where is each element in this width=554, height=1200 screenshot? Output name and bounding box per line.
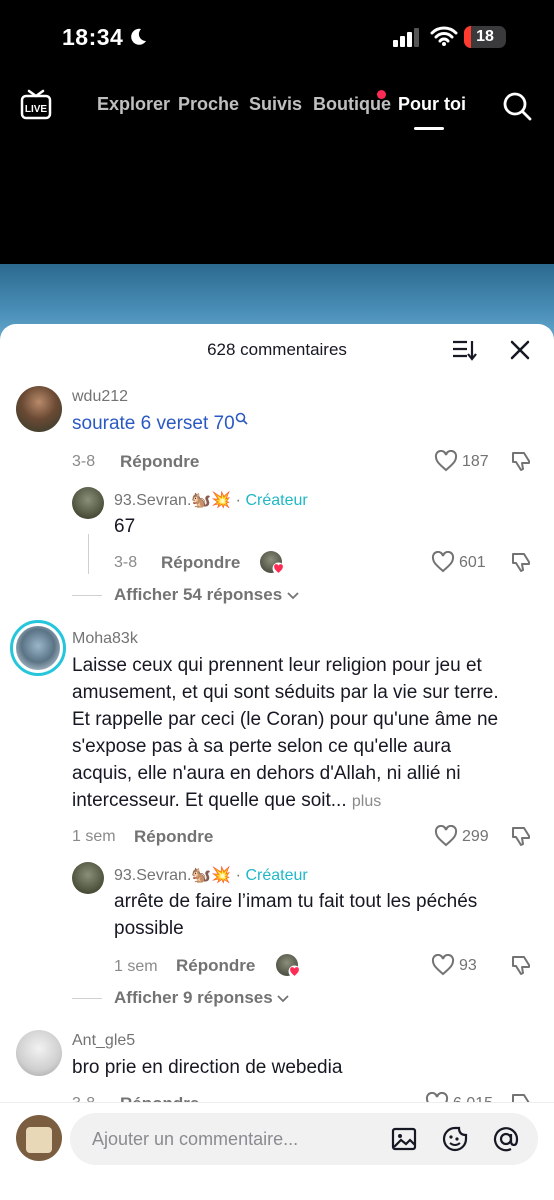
show-replies-button[interactable]: Afficher 9 réponses bbox=[114, 988, 290, 1008]
heart-icon[interactable] bbox=[434, 450, 458, 472]
heart-icon[interactable] bbox=[431, 551, 455, 573]
status-time: 18:34 bbox=[62, 24, 124, 50]
wifi-icon bbox=[430, 26, 458, 46]
dislike-icon[interactable] bbox=[510, 551, 532, 573]
image-icon[interactable] bbox=[390, 1125, 418, 1153]
avatar[interactable] bbox=[10, 620, 66, 676]
dislike-icon[interactable] bbox=[510, 954, 532, 976]
reply-line: arrête de faire l’imam tu fait tout les … bbox=[114, 891, 478, 912]
top-navigation: LIVE Explorer Proche Suivis Boutique Pou… bbox=[0, 80, 554, 130]
show-replies-button[interactable]: Afficher 54 réponses bbox=[114, 585, 299, 605]
search-icon[interactable] bbox=[502, 91, 532, 121]
reply-text: 67 bbox=[114, 516, 136, 537]
like-count: 187 bbox=[462, 453, 489, 470]
reply-username[interactable]: 93.Sevran.🐿️💥 · Créateur bbox=[114, 865, 308, 885]
reply-date: 3-8 bbox=[114, 554, 138, 571]
avatar[interactable] bbox=[16, 386, 62, 432]
search-icon[interactable] bbox=[235, 412, 248, 425]
comment-username[interactable]: Ant_gle5 bbox=[72, 1032, 135, 1050]
nav-proche[interactable]: Proche bbox=[178, 94, 239, 115]
thread-line bbox=[88, 534, 89, 574]
creator-badge: Créateur bbox=[245, 492, 308, 509]
show-replies-label[interactable]: Afficher 9 réponses bbox=[114, 988, 273, 1007]
avatar[interactable] bbox=[72, 862, 104, 894]
battery-percent: 18 bbox=[476, 28, 494, 45]
comment-username[interactable]: wdu212 bbox=[72, 388, 128, 406]
sheet-header: 628 commentaires bbox=[0, 324, 554, 376]
comments-sheet: 628 commentaires wdu212 sourate 6 verset… bbox=[0, 324, 554, 1200]
reply-username-text[interactable]: 93.Sevran.🐿️💥 bbox=[114, 867, 231, 884]
reply-button[interactable]: Répondre bbox=[134, 827, 213, 847]
heart-icon[interactable] bbox=[434, 825, 458, 847]
heart-icon bbox=[272, 562, 285, 575]
live-icon[interactable]: LIVE bbox=[20, 88, 52, 120]
comment-input[interactable]: Ajouter un commentaire... bbox=[70, 1113, 538, 1165]
nav-explorer[interactable]: Explorer bbox=[97, 94, 170, 115]
comment-line: intercesseur. Et quelle que soit... plus bbox=[72, 787, 542, 815]
reply-username-text[interactable]: 93.Sevran.🐿️💥 bbox=[114, 492, 231, 509]
reply-button[interactable]: Répondre bbox=[176, 956, 255, 976]
nav-pour-toi[interactable]: Pour toi bbox=[398, 94, 466, 115]
battery-indicator: 18 bbox=[464, 26, 506, 48]
comment-line: acquis, elle n'aura en dehors d'Allah, n… bbox=[72, 763, 461, 784]
dislike-icon[interactable] bbox=[510, 450, 532, 472]
comment-date: 1 sem bbox=[72, 828, 116, 845]
comment-input-bar: Ajouter un commentaire... bbox=[0, 1102, 554, 1200]
comment-text: bro prie en direction de webedia bbox=[72, 1057, 343, 1078]
comment-text: sourate 6 verset 70 bbox=[72, 410, 248, 437]
comment-line: Laisse ceux qui prennent leur religion p… bbox=[72, 655, 482, 676]
reply-date: 1 sem bbox=[114, 958, 158, 975]
comment-line: Et rappelle par ceci (le Coran) pour qu'… bbox=[72, 709, 499, 730]
divider bbox=[72, 595, 102, 596]
mention-icon[interactable] bbox=[492, 1125, 520, 1153]
chevron-down-icon bbox=[277, 995, 290, 1003]
dislike-icon[interactable] bbox=[510, 825, 532, 847]
active-tab-indicator bbox=[414, 127, 444, 130]
avatar[interactable] bbox=[16, 1030, 62, 1076]
sort-icon[interactable] bbox=[451, 338, 477, 362]
notification-dot bbox=[377, 90, 386, 99]
comment-line: s'expose pas à sa perte selon ce qu'elle… bbox=[72, 736, 452, 757]
comment-username[interactable]: Moha83k bbox=[72, 630, 138, 648]
reply-line: possible bbox=[114, 918, 184, 939]
status-bar: 18:34 18 bbox=[0, 0, 554, 75]
moon-icon bbox=[131, 28, 146, 45]
reply-button[interactable]: Répondre bbox=[120, 452, 199, 472]
heart-icon bbox=[288, 965, 301, 978]
heart-icon[interactable] bbox=[431, 954, 455, 976]
comment-date: 3-8 bbox=[72, 453, 96, 470]
chevron-down-icon bbox=[287, 592, 299, 600]
reply-button[interactable]: Répondre bbox=[161, 553, 240, 573]
signal-icon bbox=[393, 28, 419, 47]
close-icon[interactable] bbox=[509, 339, 531, 361]
user-avatar bbox=[16, 1115, 62, 1161]
like-count: 93 bbox=[459, 957, 477, 974]
reply-text: arrête de faire l’imam tu fait tout les … bbox=[114, 888, 534, 942]
divider bbox=[72, 998, 102, 999]
creator-badge: Créateur bbox=[245, 867, 308, 884]
like-count: 299 bbox=[462, 828, 489, 845]
comment-line: amusement, et qui sont séduits par la vi… bbox=[72, 682, 499, 703]
comment-text: Laisse ceux qui prennent leur religion p… bbox=[72, 652, 542, 815]
comment-link-text[interactable]: sourate 6 verset 70 bbox=[72, 413, 235, 434]
more-link[interactable]: plus bbox=[352, 793, 381, 810]
svg-text:LIVE: LIVE bbox=[25, 104, 48, 115]
emoji-icon[interactable] bbox=[441, 1125, 469, 1153]
reply-username[interactable]: 93.Sevran.🐿️💥 · Créateur bbox=[114, 490, 308, 510]
show-replies-label[interactable]: Afficher 54 réponses bbox=[114, 585, 282, 604]
comment-line-text: intercesseur. Et quelle que soit... bbox=[72, 790, 347, 811]
like-count: 601 bbox=[459, 554, 486, 571]
avatar[interactable] bbox=[72, 487, 104, 519]
comment-input-placeholder: Ajouter un commentaire... bbox=[92, 1129, 299, 1149]
nav-suivis[interactable]: Suivis bbox=[249, 94, 302, 115]
